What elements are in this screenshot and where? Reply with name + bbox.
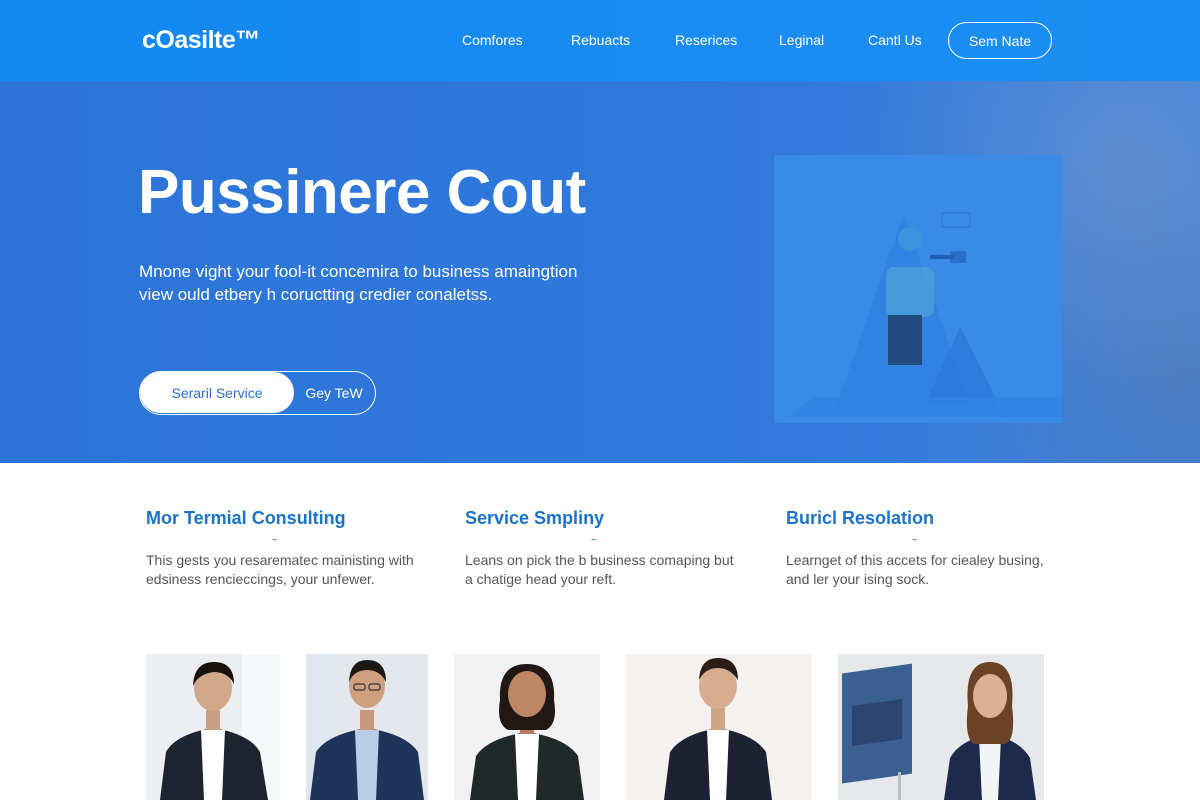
feature-description-line-1: Leans on pick the b business comaping bu… [465,552,734,568]
feature-consulting: Mor Termial Consulting ~ This gests you … [146,508,426,589]
team-member-photo [306,654,428,800]
feature-description: This gests you resarematec mainisting wi… [146,551,426,589]
hero-subtitle-line-2: view ould etbery h coructting credier co… [139,285,493,304]
feature-description-line-2: edsiness rencieccings, your unfewer. [146,571,375,587]
feature-title: Mor Termial Consulting [146,508,346,528]
hero-title: Pussinere Cout [138,158,586,227]
hero-button-group: Seraril Service Gey TeW [139,371,376,415]
feature-description-line-1: This gests you resarematec mainisting wi… [146,552,414,568]
tilde-accent-icon: ~ [591,535,597,546]
hero-subtitle-line-1: Mnone vight your fool-it concemira to bu… [139,262,578,281]
nav-link-contact[interactable]: Cantl Us [868,32,922,48]
feature-title: Buricl Resolation [786,508,935,528]
feature-title: Service Smpliny [465,508,605,528]
hero-subtitle: Mnone vight your fool-it concemira to bu… [139,260,609,306]
hero-illustration [774,155,1062,423]
nav-link-leginal[interactable]: Leginal [779,32,824,48]
feature-resolution: Buricl Resolation ~ Learnget of this acc… [786,508,1066,589]
feature-description-line-1: Learnget of this accets for ciealey busi… [786,552,1044,568]
tilde-accent-icon: ~ [912,535,918,546]
team-member-photo [838,654,1044,800]
tilde-accent-icon: ~ [272,535,278,546]
top-navigation: cOasilte™ Comfores Rebuacts Reserices Le… [0,0,1200,81]
primary-service-button[interactable]: Seraril Service [140,372,294,413]
team-member-photo [146,654,280,800]
feature-service: Service Smpliny ~ Leans on pick the b bu… [465,508,745,589]
nav-link-reserices[interactable]: Reserices [675,32,737,48]
feature-description-line-2: and ler your ising sock. [786,571,930,587]
secondary-button[interactable]: Gey TeW [294,372,374,413]
nav-cta-button[interactable]: Sem Nate [948,22,1052,59]
feature-description-line-2: a chatige head your reft. [465,571,616,587]
nav-link-rebuacts[interactable]: Rebuacts [571,32,630,48]
hero-section: Pussinere Cout Mnone vight your fool-it … [0,81,1200,463]
nav-link-comfores[interactable]: Comfores [462,32,523,48]
feature-description: Learnget of this accets for ciealey busi… [786,551,1066,589]
feature-description: Leans on pick the b business comaping bu… [465,551,745,589]
team-member-photo [454,654,600,800]
site-logo[interactable]: cOasilte™ [142,26,260,55]
team-member-photo [626,654,812,800]
